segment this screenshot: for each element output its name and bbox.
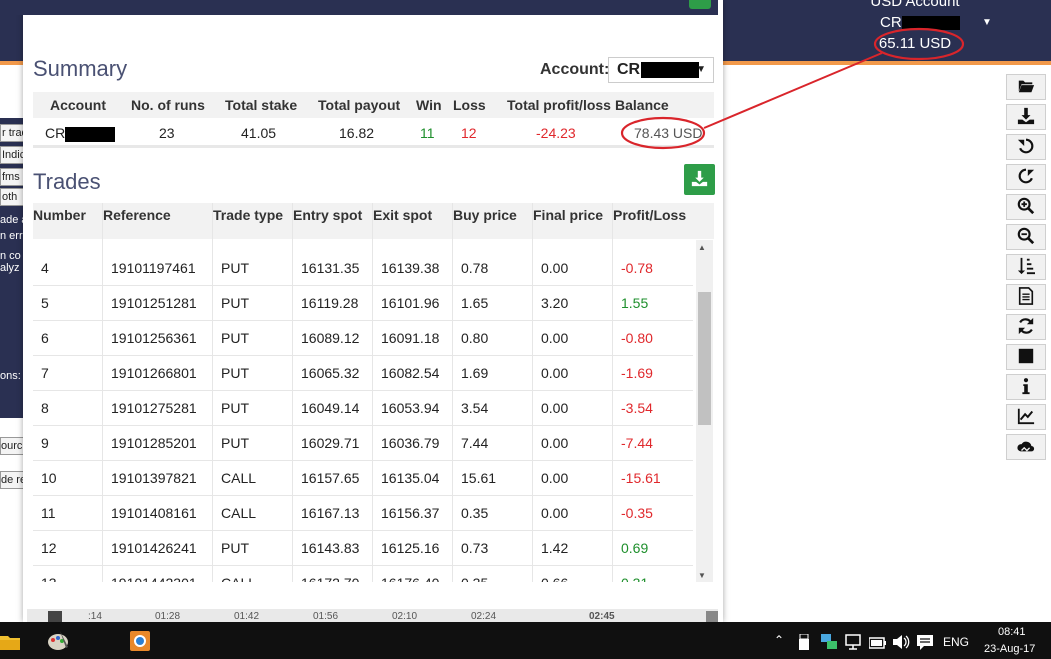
language-indicator[interactable]: ENG bbox=[943, 635, 969, 649]
annotation-overlay bbox=[620, 27, 965, 150]
annotation-circle bbox=[620, 116, 706, 150]
annotation-line bbox=[703, 52, 883, 129]
paint-icon[interactable] bbox=[46, 629, 70, 656]
annotation-circle bbox=[873, 27, 965, 61]
folder-icon[interactable] bbox=[0, 634, 20, 653]
chevron-up-icon[interactable]: ⌃ bbox=[774, 633, 784, 647]
clock-time[interactable]: 08:41 bbox=[998, 626, 1026, 638]
network-app-icon[interactable] bbox=[821, 634, 837, 653]
battery-icon[interactable] bbox=[868, 636, 887, 652]
volume-icon[interactable] bbox=[892, 634, 910, 653]
usb-icon[interactable] bbox=[798, 633, 810, 653]
clock-date[interactable]: 23-Aug-17 bbox=[984, 643, 1035, 655]
app-icon[interactable] bbox=[129, 630, 151, 655]
network-icon[interactable] bbox=[845, 634, 861, 653]
notification-icon[interactable] bbox=[917, 634, 933, 653]
